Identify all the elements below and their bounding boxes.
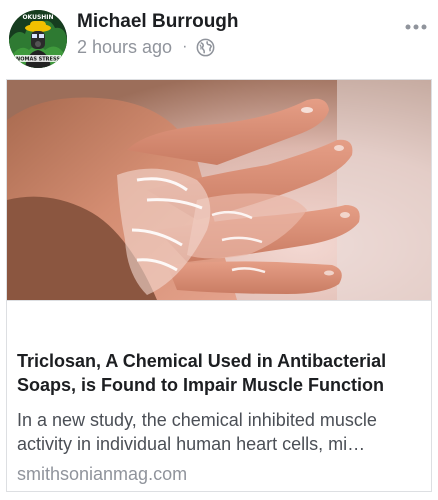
author-name[interactable]: Michael Burrough <box>77 11 239 33</box>
avatar-top-text: OKUSHIN <box>22 14 53 21</box>
masked-figure-avatar-icon: OKUSHIN NOMAS STRESS <box>9 10 67 68</box>
timestamp[interactable]: 2 hours ago <box>77 37 172 58</box>
link-title[interactable]: Triclosan, A Chemical Used in Antibacter… <box>17 349 422 397</box>
link-description[interactable]: In a new study, the chemical inhibited m… <box>17 408 417 456</box>
link-preview-card[interactable]: Triclosan, A Chemical Used in Antibacter… <box>6 79 432 492</box>
avatar[interactable]: OKUSHIN NOMAS STRESS <box>9 10 67 68</box>
meta-separator: · <box>182 38 188 55</box>
globe-icon <box>196 38 215 57</box>
post-header: OKUSHIN NOMAS STRESS Michael Burrough 2 … <box>0 0 438 80</box>
avatar-bottom-text: NOMAS STRESS <box>16 57 60 63</box>
image-divider <box>7 300 431 301</box>
more-options-icon[interactable] <box>404 20 428 34</box>
post-meta: 2 hours ago · <box>77 36 215 58</box>
link-domain[interactable]: smithsonianmag.com <box>17 462 187 486</box>
hand-with-soapy-water-photo[interactable] <box>7 80 431 300</box>
